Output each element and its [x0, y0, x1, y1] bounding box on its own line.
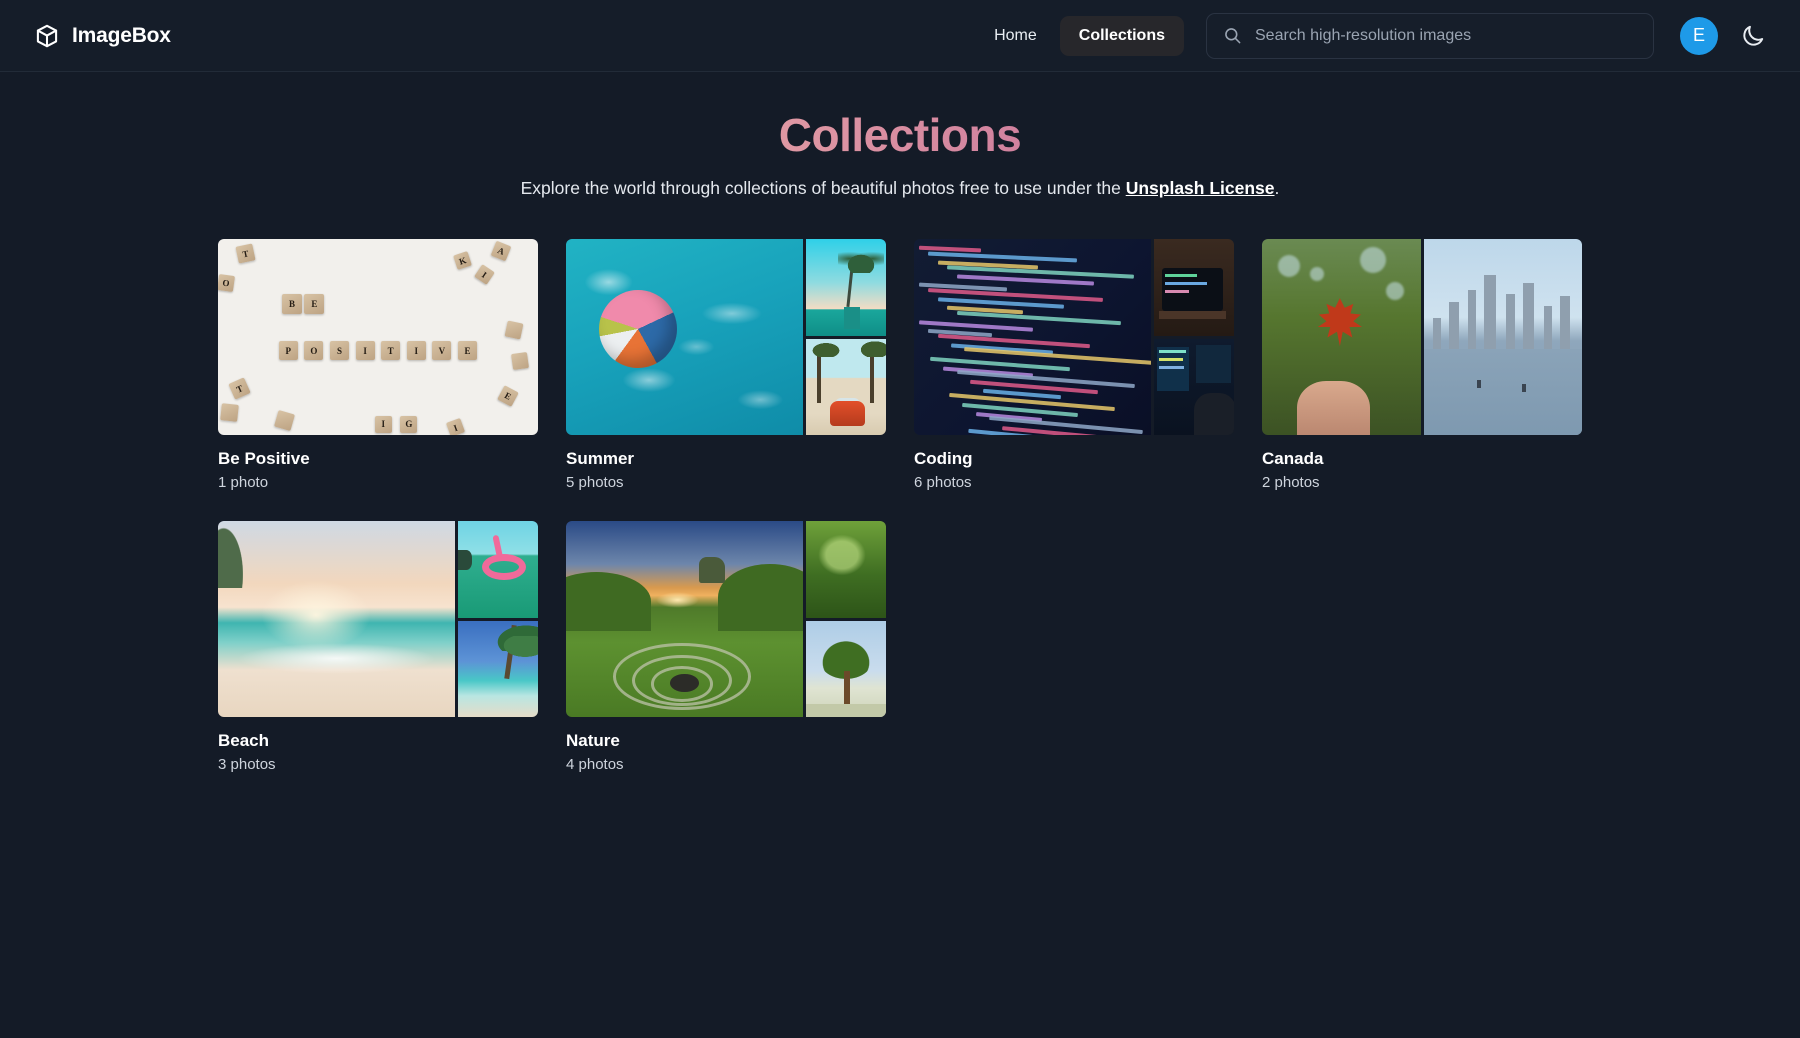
thumbnail-image — [806, 620, 886, 718]
thumbnail-image — [914, 239, 1151, 436]
collection-title: Beach — [218, 731, 270, 751]
thumbnail-image — [806, 338, 886, 436]
app-header: ImageBox Home Collections E — [0, 0, 1800, 72]
page-subtitle-period: . — [1274, 178, 1280, 198]
collection-card[interactable]: T O A K I B E P O S I T I V E T I G E I … — [218, 239, 538, 491]
thumbnail-side-stack — [1154, 239, 1234, 436]
brand-logo[interactable]: ImageBox — [34, 23, 171, 49]
collection-count: 4 photos — [566, 756, 624, 774]
unsplash-license-link[interactable]: Unsplash License — [1126, 178, 1275, 198]
collection-card[interactable]: Summer 5 photos — [566, 239, 886, 491]
search-input[interactable] — [1255, 26, 1637, 45]
collection-card[interactable]: Beach 3 photos — [218, 521, 538, 773]
page-body: Collections Explore the world through co… — [0, 72, 1800, 773]
collection-title: Nature — [566, 731, 620, 751]
collections-grid: T O A K I B E P O S I T I V E T I G E I … — [218, 239, 1582, 773]
page-subtitle: Explore the world through collections of… — [0, 176, 1800, 201]
nav-item-home[interactable]: Home — [975, 16, 1056, 56]
collection-card[interactable]: Nature 4 photos — [566, 521, 886, 773]
collection-thumbnails: T O A K I B E P O S I T I V E T I G E I — [218, 239, 538, 436]
thumbnail-image — [1154, 239, 1234, 336]
search-icon — [1225, 28, 1241, 44]
thumbnail-image: T O A K I B E P O S I T I V E T I G E I — [218, 239, 538, 436]
collection-title: Summer — [566, 449, 635, 469]
collection-thumbnails — [566, 521, 886, 718]
collection-title: Canada — [1262, 449, 1324, 469]
collection-count: 5 photos — [566, 474, 624, 492]
collection-count: 2 photos — [1262, 474, 1320, 492]
thumbnail-side-stack — [806, 239, 886, 436]
collection-thumbnails — [218, 521, 538, 718]
brand-name: ImageBox — [72, 23, 171, 47]
collection-card[interactable]: Coding 6 photos — [914, 239, 1234, 491]
collection-card[interactable]: Canada 2 photos — [1262, 239, 1582, 491]
thumbnail-side-stack — [806, 521, 886, 718]
collection-count: 3 photos — [218, 756, 276, 774]
page-subtitle-text: Explore the world through collections of… — [520, 178, 1126, 198]
thumbnail-image — [1423, 239, 1582, 436]
collection-count: 6 photos — [914, 474, 972, 492]
collection-count: 1 photo — [218, 474, 269, 492]
collection-title: Be Positive — [218, 449, 310, 469]
thumbnail-image — [1262, 239, 1421, 436]
thumbnail-image — [1154, 338, 1234, 436]
collection-thumbnails — [566, 239, 886, 436]
thumbnail-image — [566, 239, 803, 436]
cube-icon — [36, 24, 58, 47]
collection-thumbnails — [914, 239, 1234, 436]
avatar[interactable]: E — [1680, 16, 1718, 55]
collection-title: Coding — [914, 449, 973, 469]
thumbnail-image — [458, 620, 538, 718]
page-title: Collections — [0, 108, 1800, 162]
thumbnail-image — [806, 521, 886, 618]
thumbnail-image — [458, 521, 538, 618]
main-nav: Home Collections — [975, 15, 1184, 56]
search-box[interactable] — [1206, 12, 1654, 59]
thumbnail-side-stack — [458, 521, 538, 718]
thumbnail-image — [806, 239, 886, 336]
thumbnail-image — [566, 521, 803, 718]
nav-item-collections[interactable]: Collections — [1059, 15, 1184, 56]
header-right-group: Home Collections E — [975, 12, 1766, 59]
moon-icon[interactable] — [1740, 23, 1766, 49]
thumbnail-image — [218, 521, 455, 718]
collection-thumbnails — [1262, 239, 1582, 436]
